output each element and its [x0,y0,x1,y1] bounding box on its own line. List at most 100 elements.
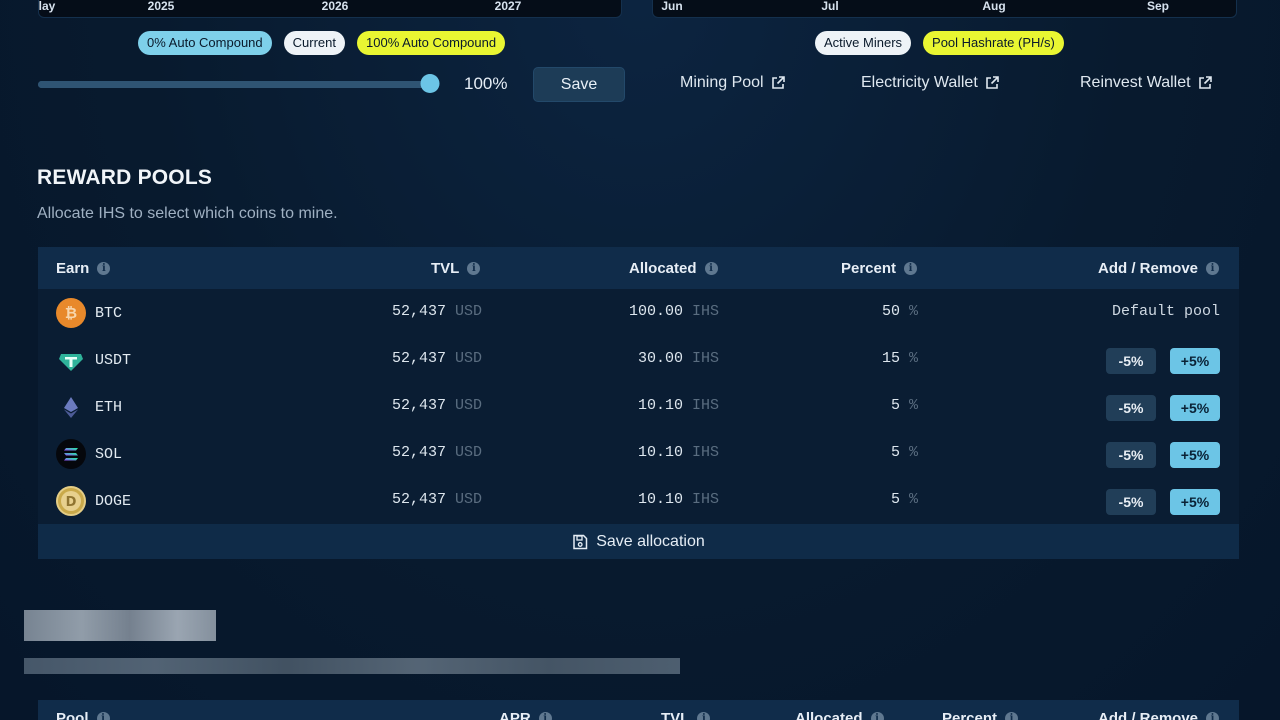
allocated-cell: 10.10 IHS [638,397,719,414]
header-add-remove: Add / Remove i [1098,710,1220,720]
info-icon[interactable]: i [1206,261,1220,275]
mining-pool-link[interactable]: Mining Pool [680,74,785,92]
table-body: ₿ BTC 52,437 USD 100.00 IHS 50 % Default… [38,289,1239,524]
percent-unit: % [908,444,918,461]
tvl-unit: USD [454,491,482,508]
header-tvl: TVL i [661,710,711,720]
eth-icon [56,392,86,422]
percent-value: 15 [881,350,900,367]
increase-allocation-button[interactable]: +5% [1170,395,1220,421]
redacted-heading [24,610,216,641]
table-row: USDT 52,437 USD 30.00 IHS 15 % -5% +5% [38,336,1239,383]
header-label: Allocated [629,259,697,277]
tvl-cell: 52,437 USD [392,350,482,367]
coin-symbol: USDT [95,352,132,369]
percent-value: 50 [881,303,900,320]
coin-symbol: DOGE [95,493,132,510]
btc-icon: ₿ [56,298,86,328]
header-percent: Percent i [942,710,1019,720]
legend-current[interactable]: Current [283,31,345,55]
decrease-allocation-button[interactable]: -5% [1106,395,1156,421]
pool-chart: Jun Jul Aug Sep [652,0,1237,18]
external-link-icon [985,76,999,89]
allocated-unit: IHS [691,303,719,320]
header-earn: Earn i [56,259,111,277]
info-icon[interactable]: i [704,261,718,275]
info-icon[interactable]: i [1206,712,1220,720]
section-subtitle: Allocate IHS to select which coins to mi… [37,205,338,222]
save-allocation-label: Save allocation [596,532,705,550]
legend-zero-compound[interactable]: 0% Auto Compound [138,31,272,55]
info-icon[interactable]: i [96,712,110,720]
table-row: SOL 52,437 USD 10.10 IHS 5 % -5% +5% [38,430,1239,477]
save-button[interactable]: Save [533,67,625,102]
slider-handle[interactable] [420,74,440,93]
info-icon[interactable]: i [1005,712,1019,720]
auto-compound-slider[interactable] [38,74,440,93]
allocated-unit: IHS [691,397,719,414]
percent-cell: 5 % [891,444,918,461]
legend-full-compound[interactable]: 100% Auto Compound [357,31,506,55]
save-allocation-button[interactable]: Save allocation [38,524,1239,559]
legend-pool-hashrate[interactable]: Pool Hashrate (PH/s) [923,31,1064,55]
allocated-value: 30.00 [637,350,683,367]
header-add-remove: Add / Remove i [1098,260,1220,277]
second-pools-table-header: Pool i APR i TVL i Allocated i Percent i Add … [38,700,1239,720]
external-link-icon [771,76,785,89]
info-icon[interactable]: i [697,712,711,720]
info-icon[interactable]: i [870,712,884,720]
percent-cell: 5 % [891,491,918,508]
allocated-cell: 10.10 IHS [638,444,719,461]
legend-active-miners[interactable]: Active Miners [815,31,912,55]
percent-unit: % [908,397,918,414]
info-icon[interactable]: i [538,712,552,720]
allocated-unit: IHS [691,444,719,461]
increase-allocation-button[interactable]: +5% [1170,442,1220,468]
info-icon[interactable]: i [904,261,918,275]
increase-allocation-button[interactable]: +5% [1170,348,1220,374]
allocated-cell: 10.10 IHS [638,491,719,508]
header-label: Add / Remove [1098,710,1199,720]
increase-allocation-button[interactable]: +5% [1170,489,1220,515]
table-row: ETH 52,437 USD 10.10 IHS 5 % -5% +5% [38,383,1239,430]
tvl-cell: 52,437 USD [392,444,482,461]
header-label: Allocated [795,710,863,720]
coin-symbol: SOL [95,446,123,463]
header-label: Pool [56,710,89,720]
allocated-value: 10.10 [637,397,683,414]
usdt-icon [56,345,86,375]
decrease-allocation-button[interactable]: -5% [1106,489,1156,515]
tvl-unit: USD [454,444,482,461]
reward-pools-table: Earn i TVL i Allocated i Percent i Add / Rem… [38,247,1239,559]
electricity-wallet-link[interactable]: Electricity Wallet [861,74,999,92]
decrease-allocation-button[interactable]: -5% [1106,442,1156,468]
allocated-value: 10.10 [637,491,683,508]
header-label: Earn [56,259,90,277]
percent-unit: % [908,350,918,367]
tvl-unit: USD [454,397,482,414]
header-label: Percent [942,710,998,720]
tvl-unit: USD [454,350,482,367]
sol-icon [56,439,86,469]
tvl-value: 52,437 [391,397,446,414]
info-icon[interactable]: i [97,261,111,275]
header-pool: Pool i [56,710,110,720]
tvl-unit: USD [454,303,482,320]
external-link-icon [1198,76,1212,89]
percent-cell: 15 % [882,350,918,367]
reinvest-wallet-link[interactable]: Reinvest Wallet [1080,74,1212,92]
header-label: TVL [661,710,690,720]
x-tick: lay [38,0,56,13]
allocated-unit: IHS [691,350,719,367]
allocated-cell: 30.00 IHS [638,350,719,367]
svg-text:D: D [66,495,77,510]
decrease-allocation-button[interactable]: -5% [1106,348,1156,374]
percent-unit: % [908,303,918,320]
earnings-chart-legend: 0% Auto Compound Current 100% Auto Compo… [138,31,506,55]
percent-value: 5 [890,397,900,414]
redacted-description [24,658,680,674]
allocated-value: 10.10 [637,444,683,461]
coin-symbol: ETH [95,399,123,416]
info-icon[interactable]: i [467,261,481,275]
table-header: Earn i TVL i Allocated i Percent i Add / Rem… [38,247,1239,289]
